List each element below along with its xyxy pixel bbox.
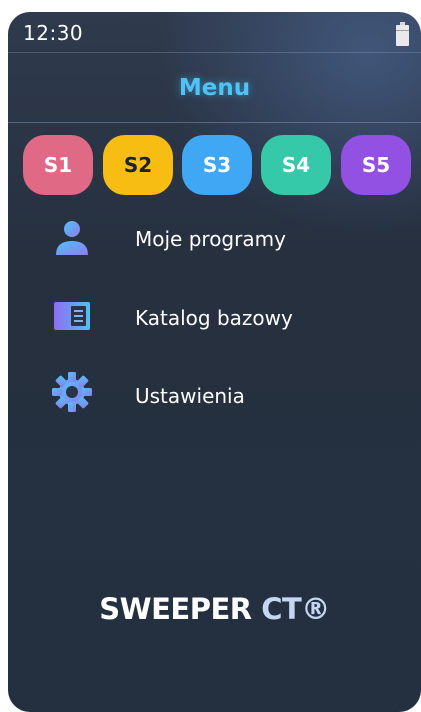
battery-icon <box>396 22 409 46</box>
catalog-icon <box>54 302 90 330</box>
menu-item-moje-programy[interactable]: Moje programy <box>8 209 421 269</box>
title-bar: Menu <box>8 53 421 123</box>
menu-item-label: Katalog bazowy <box>135 306 293 330</box>
slot-buttons: S1 S2 S3 S4 S5 <box>23 135 413 195</box>
gear-icon <box>52 372 92 412</box>
menu-item-ustawienia[interactable]: Ustawienia <box>8 366 421 426</box>
brand-logo: SWEEPER CT® <box>8 592 421 626</box>
device-screen: 12:30 Menu S1 S2 S3 S4 S5 Moje programy <box>8 12 421 712</box>
menu-item-label: Ustawienia <box>135 384 245 408</box>
brand-name: SWEEPER <box>99 592 252 626</box>
brand-suffix: CT® <box>261 592 330 626</box>
clock: 12:30 <box>23 21 84 45</box>
page-title: Menu <box>178 75 251 101</box>
slot-s5-button[interactable]: S5 <box>341 135 411 195</box>
status-bar: 12:30 <box>8 12 421 53</box>
slot-s2-button[interactable]: S2 <box>103 135 173 195</box>
slot-s1-button[interactable]: S1 <box>23 135 93 195</box>
slot-s4-button[interactable]: S4 <box>261 135 331 195</box>
menu-item-katalog-bazowy[interactable]: Katalog bazowy <box>8 288 421 348</box>
user-icon <box>56 221 88 255</box>
menu-item-label: Moje programy <box>135 227 286 251</box>
slot-s3-button[interactable]: S3 <box>182 135 252 195</box>
